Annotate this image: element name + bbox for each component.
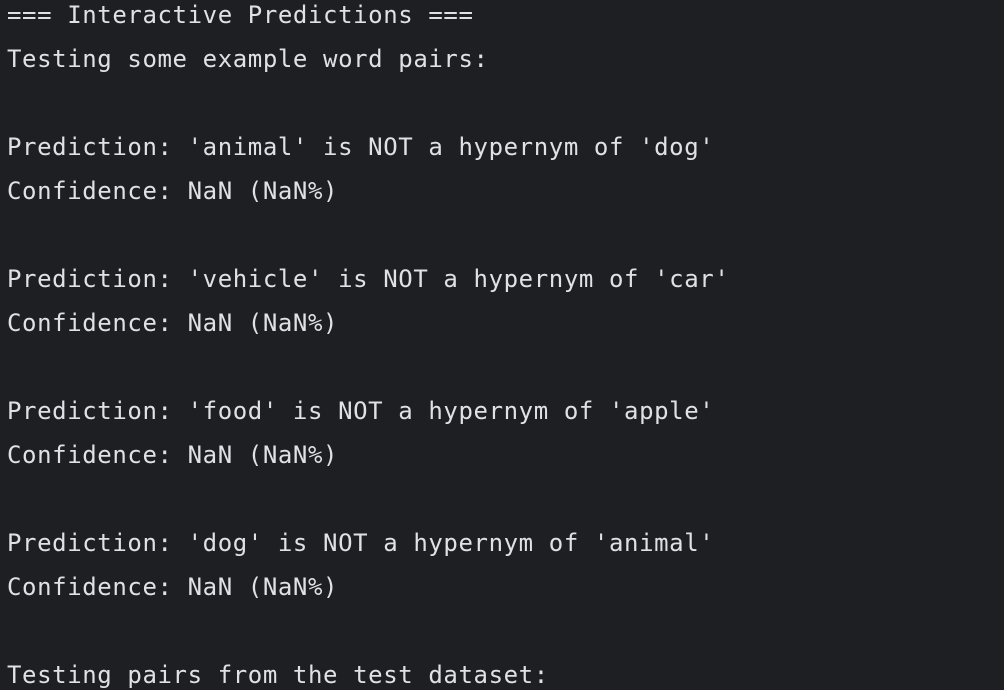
prediction-line: Prediction: 'food' is NOT a hypernym of … bbox=[7, 397, 715, 425]
confidence-line: Confidence: NaN (NaN%) bbox=[7, 177, 339, 205]
confidence-line: Confidence: NaN (NaN%) bbox=[7, 441, 339, 469]
info-line: Testing pairs from the test dataset: bbox=[7, 661, 549, 689]
console-output[interactable]: === Interactive Predictions === Testing … bbox=[0, 0, 1004, 690]
confidence-line: Confidence: NaN (NaN%) bbox=[7, 309, 339, 337]
prediction-line: Prediction: 'vehicle' is NOT a hypernym … bbox=[7, 265, 730, 293]
confidence-line: Confidence: NaN (NaN%) bbox=[7, 573, 339, 601]
prediction-line: Prediction: 'dog' is NOT a hypernym of '… bbox=[7, 529, 715, 557]
section-header: === Interactive Predictions === bbox=[7, 1, 474, 29]
prediction-line: Prediction: 'animal' is NOT a hypernym o… bbox=[7, 133, 715, 161]
info-line: Testing some example word pairs: bbox=[7, 45, 489, 73]
